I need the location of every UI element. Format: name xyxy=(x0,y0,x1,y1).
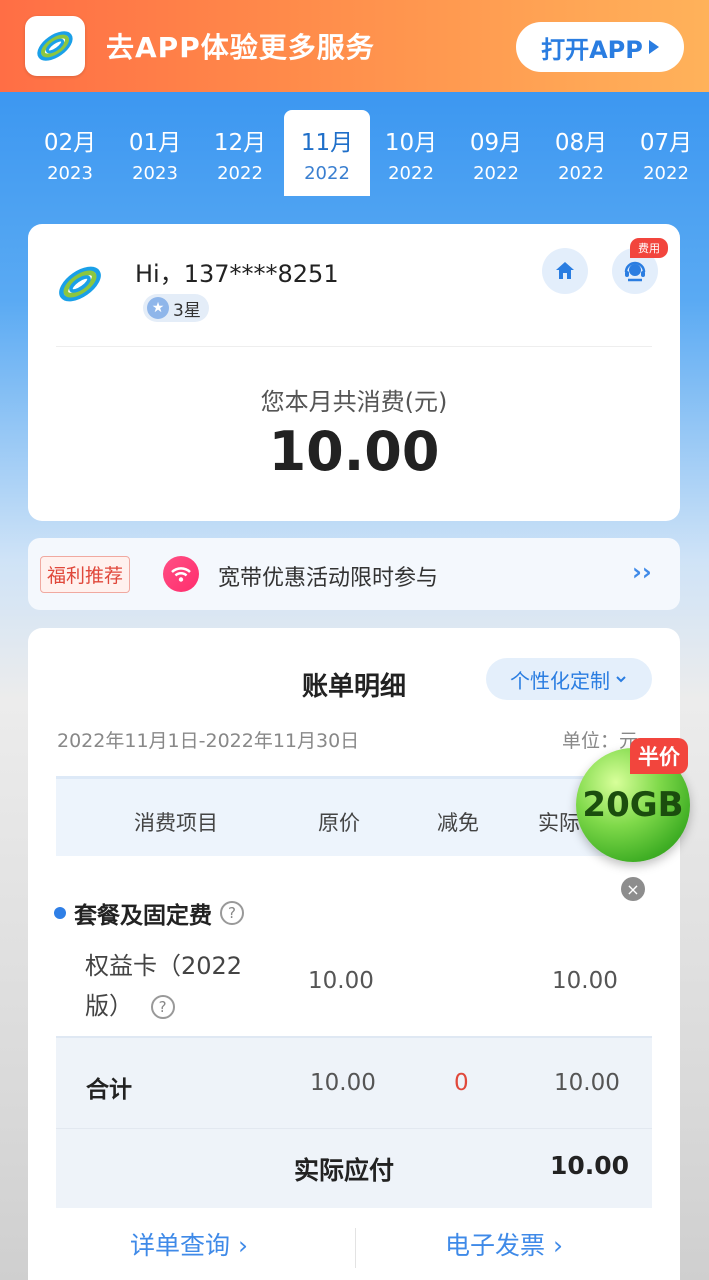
double-chevron-right-icon: ›› xyxy=(632,558,652,586)
tab-month-2023-01[interactable]: 01月 2023 xyxy=(112,110,198,196)
header-item: 消费项目 xyxy=(134,811,218,835)
tab-month-2022-09[interactable]: 09月 2022 xyxy=(453,110,539,196)
e-invoice-link[interactable]: 电子发票 › xyxy=(445,1226,563,1262)
user-greeting: Hi，137****8251 xyxy=(135,260,339,288)
tab-month-2022-10[interactable]: 10月 2022 xyxy=(368,110,454,196)
promo-text: 宽带优惠活动限时参与 xyxy=(218,566,439,591)
customize-label: 个性化定制 xyxy=(510,668,610,693)
tab-month-2022-11[interactable]: 11月 2022 xyxy=(284,110,370,196)
wifi-icon xyxy=(163,556,199,592)
header-discount: 减免 xyxy=(437,811,479,835)
bill-period: 2022年11月1日-2022年11月30日 xyxy=(57,730,360,752)
fee-tag: 费用 xyxy=(630,238,668,258)
table-header: 消费项目 原价 减免 实际 xyxy=(56,776,652,856)
bill-detail-card: 账单明细 个性化定制 2022年11月1日-2022年11月30日 单位：元 消… xyxy=(28,628,680,1280)
tab-month-2022-07[interactable]: 07月 2022 xyxy=(623,110,709,196)
payable-label: 实际应付 xyxy=(294,1156,395,1185)
month-tabs: 02月 2023 01月 2023 12月 2022 11月 2022 10月 … xyxy=(0,110,709,198)
customize-button[interactable]: 个性化定制 xyxy=(486,658,652,700)
item-actual-price: 10.00 xyxy=(552,968,618,994)
app-download-banner[interactable]: 去APP体验更多服务 打开APP xyxy=(0,0,709,92)
table-row-total: 合计 10.00 0 10.00 xyxy=(56,1036,652,1128)
total-discount: 0 xyxy=(454,1070,469,1096)
floating-data-promo[interactable]: 20GB 半价 xyxy=(572,738,698,864)
chevron-down-icon xyxy=(616,676,626,683)
star-level-label: 3星 xyxy=(173,300,201,321)
promo-tag: 福利推荐 xyxy=(40,556,131,593)
item-original-price: 10.00 xyxy=(308,968,374,994)
total-actual: 10.00 xyxy=(554,1070,620,1096)
close-icon[interactable]: × xyxy=(621,877,645,901)
china-mobile-logo-icon xyxy=(54,258,106,310)
banner-text: 去APP体验更多服务 xyxy=(106,31,375,64)
open-app-button[interactable]: 打开APP xyxy=(516,22,684,72)
payable-value: 10.00 xyxy=(550,1151,630,1180)
home-button[interactable] xyxy=(542,248,588,294)
bill-links: 详单查询 › 电子发票 › xyxy=(28,1224,680,1274)
header-original: 原价 xyxy=(318,811,360,835)
tab-month-2023-02[interactable]: 02月 2023 xyxy=(27,110,113,196)
section-title: 套餐及固定费 xyxy=(74,903,212,929)
divider xyxy=(355,1228,356,1268)
total-label: 合计 xyxy=(86,1077,132,1103)
help-icon[interactable]: ? xyxy=(150,995,175,1019)
detail-query-link[interactable]: 详单查询 › xyxy=(130,1226,248,1262)
open-app-label: 打开APP xyxy=(541,35,643,64)
headset-icon xyxy=(624,261,646,282)
tab-month-2022-12[interactable]: 12月 2022 xyxy=(197,110,283,196)
tab-month-2022-08[interactable]: 08月 2022 xyxy=(538,110,624,196)
item-name: 权益卡（2022版） ? xyxy=(85,952,243,1020)
total-original: 10.00 xyxy=(310,1070,376,1096)
star-icon: ★ xyxy=(147,297,169,319)
home-icon xyxy=(556,262,574,279)
china-mobile-logo-icon xyxy=(25,16,85,76)
help-icon[interactable]: ? xyxy=(220,901,244,925)
promo-bar[interactable]: 福利推荐 宽带优惠活动限时参与 ›› xyxy=(28,538,680,610)
divider xyxy=(56,346,652,347)
star-level-badge: ★ 3星 xyxy=(143,294,209,322)
play-arrow-icon xyxy=(648,40,659,54)
monthly-spend-value: 10.00 xyxy=(268,420,440,483)
user-spend-card: Hi，137****8251 ★ 3星 费用 您本月共消费(元) 10.00 xyxy=(28,224,680,521)
section-package-fees: 套餐及固定费 ? xyxy=(54,896,244,930)
table-row-payable: 实际应付 10.00 xyxy=(56,1128,652,1208)
monthly-spend-label: 您本月共消费(元) xyxy=(260,388,448,416)
half-price-tag: 半价 xyxy=(630,738,688,774)
bullet-dot xyxy=(54,907,66,919)
